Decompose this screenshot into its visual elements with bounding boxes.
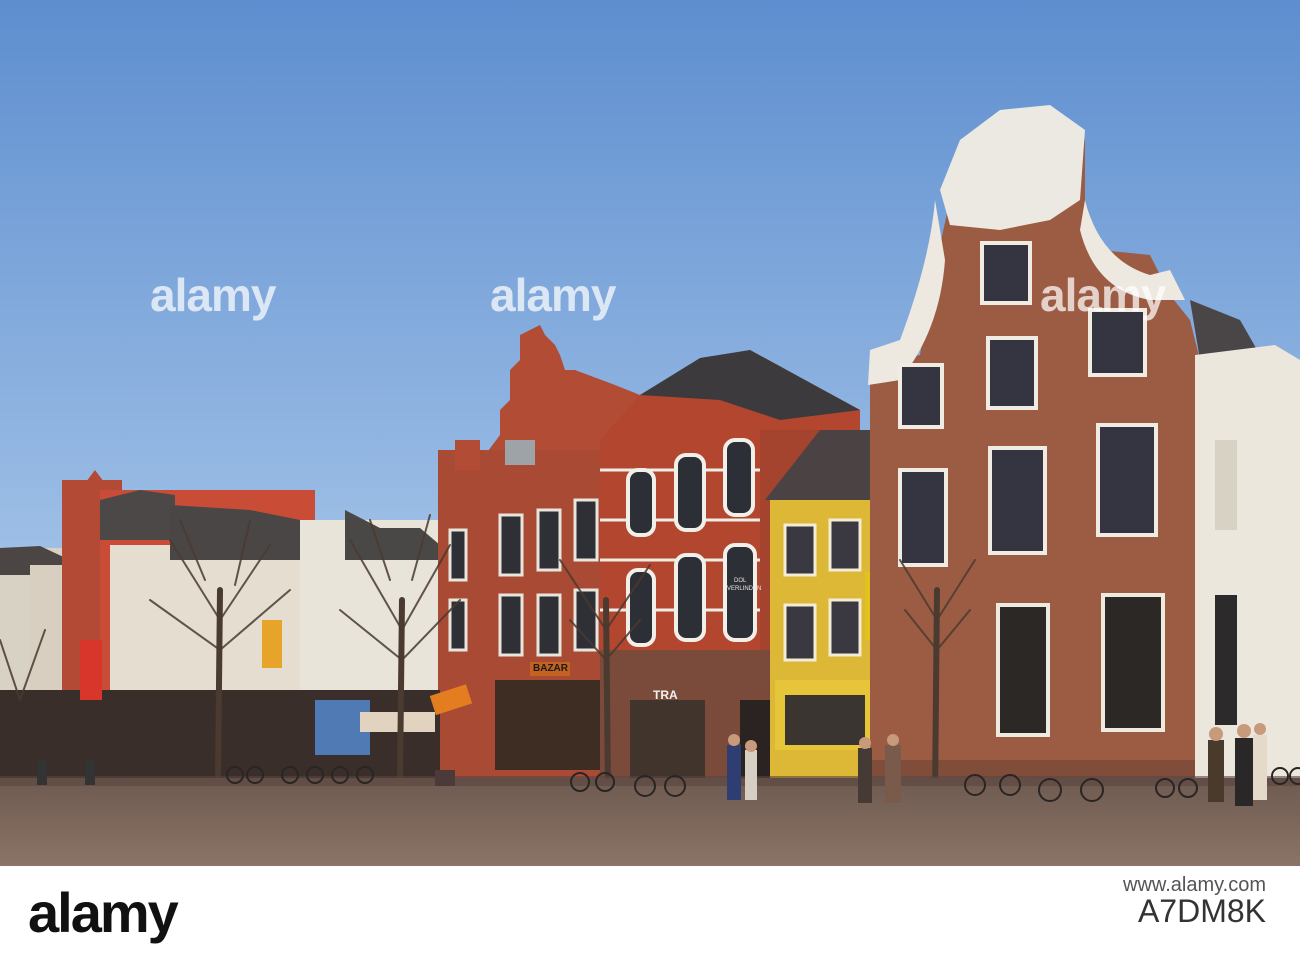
brand-logo: alamy [28,881,179,944]
stock-footer-bar: alamy www.alamy.com A7DM8K [0,866,1300,954]
yellow-building [765,430,887,790]
image-id: A7DM8K [1137,893,1266,929]
street-scene-photo: BAZAR TRA DOL VERLINDEN [0,0,1300,866]
photo-stage: BAZAR TRA DOL VERLINDEN alamy alamy alam… [0,0,1300,954]
cobblestone-square [0,778,1300,866]
